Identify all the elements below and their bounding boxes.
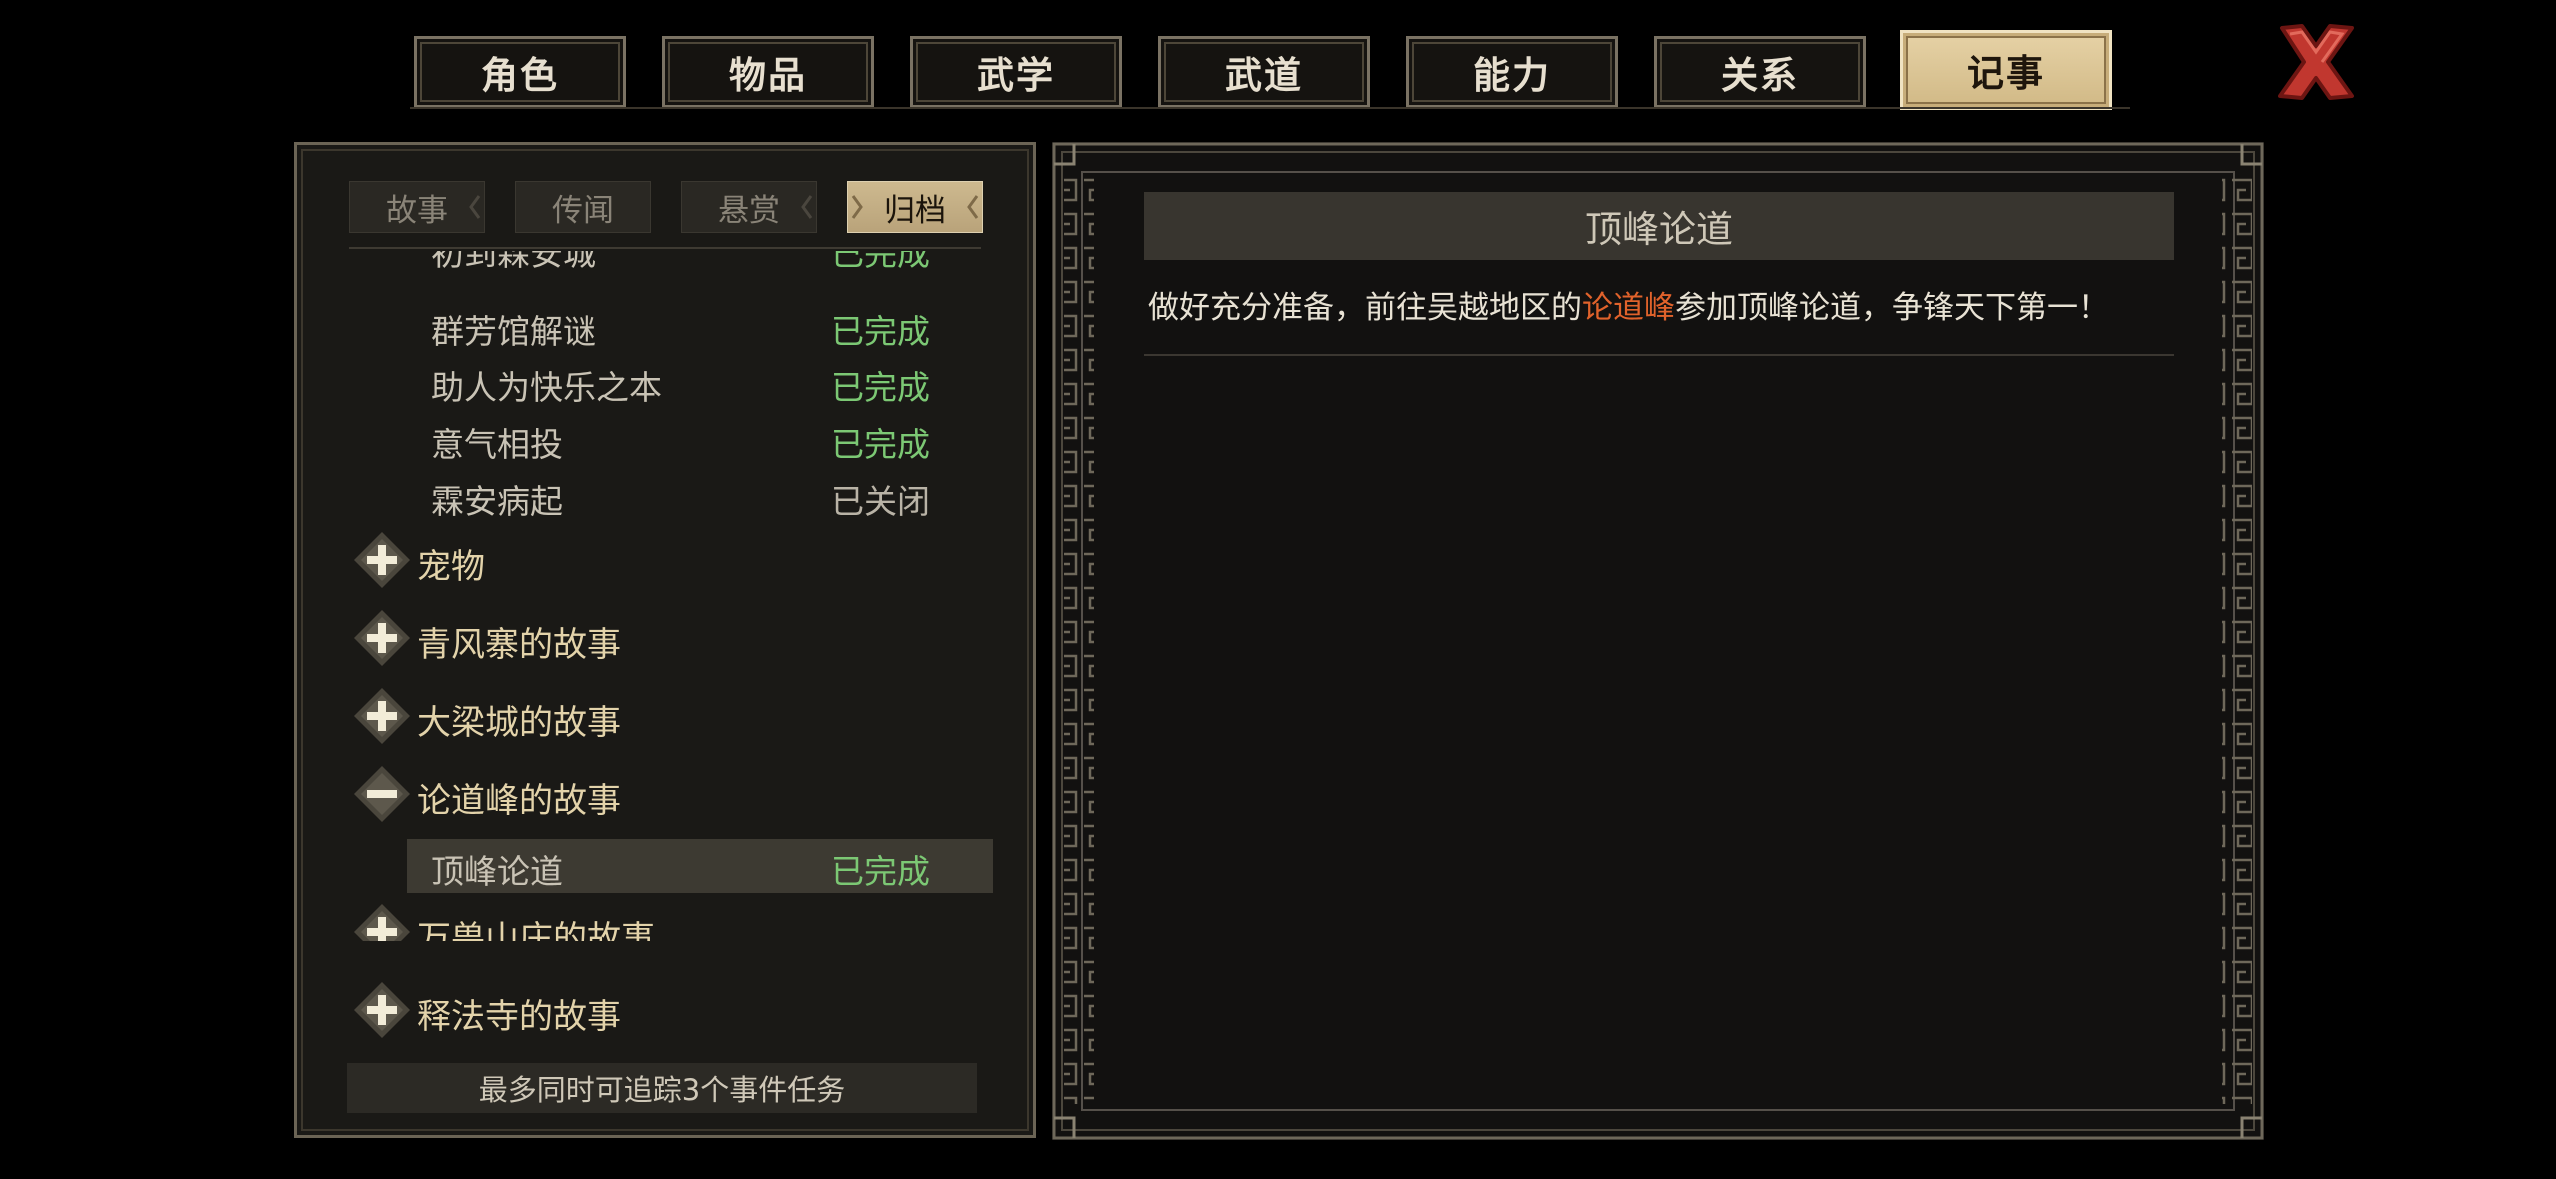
quest-row[interactable]: 霖安病起 已关闭 (431, 471, 1001, 521)
group-label: 青风寨的故事 (417, 625, 621, 665)
group-qingfeng[interactable]: 青风寨的故事 (351, 607, 911, 669)
plus-icon (354, 532, 410, 588)
quest-status: 已关闭 (831, 482, 930, 521)
subtab-archive-label: 归档 (884, 192, 946, 229)
tab-abilities[interactable]: 能力 (1406, 36, 1618, 108)
group-label: 释法寺的故事 (417, 997, 621, 1037)
quest-name: 意气相投 (431, 425, 563, 464)
quest-list-panel: 故事 传闻 悬赏 归档 初到霖安城 已完成 群芳馆解谜 已完成 助人为快乐之本 … (294, 142, 1036, 1138)
close-x-icon (2278, 24, 2354, 100)
tab-divider (410, 107, 2130, 109)
group-lundao[interactable]: 论道峰的故事 (351, 763, 911, 825)
tab-relations[interactable]: 关系 (1654, 36, 1866, 108)
tab-items[interactable]: 物品 (662, 36, 874, 108)
quest-status: 已完成 (831, 251, 930, 273)
quest-row[interactable]: 初到霖安城 已完成 (431, 251, 1001, 273)
plus-icon (354, 610, 410, 666)
tab-journal[interactable]: 记事 (1900, 30, 2112, 110)
desc-text: 参加顶峰论道，争锋天下第一！ (1675, 290, 2109, 326)
subtab-archive[interactable]: 归档 (847, 181, 983, 233)
subtab-rumors[interactable]: 传闻 (515, 181, 651, 233)
group-wanshou[interactable]: 万兽山庄的故事 (351, 901, 911, 941)
quest-name: 霖安病起 (431, 482, 563, 521)
subtab-rumors-label: 传闻 (552, 192, 614, 229)
quest-status: 已完成 (831, 425, 930, 464)
group-pets[interactable]: 宠物 (351, 529, 911, 591)
minus-icon (354, 766, 410, 822)
subtab-bounty-label: 悬赏 (718, 192, 780, 229)
subtab-story-label: 故事 (386, 192, 448, 229)
tab-martial-way[interactable]: 武道 (1158, 36, 1370, 108)
quest-name: 初到霖安城 (431, 251, 596, 273)
subtab-divider (349, 247, 981, 249)
quest-title: 顶峰论道 (1144, 192, 2174, 260)
tab-chevron-icon (469, 195, 481, 219)
main-tab-bar: 角色 物品 武学 武道 能力 关系 记事 (410, 30, 2130, 110)
quest-row[interactable]: 意气相投 已完成 (431, 414, 1001, 464)
quest-name: 助人为快乐之本 (431, 368, 662, 407)
quest-name: 顶峰论道 (431, 852, 563, 891)
quest-row[interactable]: 群芳馆解谜 已完成 (431, 301, 1001, 351)
group-label: 大梁城的故事 (417, 703, 621, 743)
quest-name: 群芳馆解谜 (431, 312, 596, 351)
tab-chevron-icon (801, 195, 813, 219)
tab-character[interactable]: 角色 (414, 36, 626, 108)
location-link[interactable]: 论道峰 (1582, 290, 1675, 326)
quest-status: 已完成 (831, 368, 930, 407)
group-daliang[interactable]: 大梁城的故事 (351, 685, 911, 747)
group-label: 论道峰的故事 (417, 781, 621, 821)
group-label: 万兽山庄的故事 (417, 919, 655, 941)
group-shifa[interactable]: 释法寺的故事 (351, 979, 911, 1041)
quest-row-selected[interactable]: 顶峰论道 已完成 (407, 839, 993, 893)
group-label: 宠物 (417, 547, 485, 587)
plus-icon (354, 904, 410, 941)
plus-icon (354, 688, 410, 744)
track-limit-note: 最多同时可追踪3个事件任务 (347, 1063, 977, 1113)
tab-chevron-icon (851, 195, 863, 219)
subtab-story[interactable]: 故事 (349, 181, 485, 233)
tab-martial-arts[interactable]: 武学 (910, 36, 1122, 108)
quest-detail-panel: 顶峰论道 做好充分准备，前往吴越地区的论道峰参加顶峰论道，争锋天下第一！ (1052, 142, 2264, 1140)
quest-status: 已完成 (831, 852, 930, 891)
tab-chevron-icon (967, 195, 979, 219)
desc-divider (1144, 354, 2174, 356)
quest-status: 已完成 (831, 312, 930, 351)
close-button[interactable] (2268, 18, 2364, 106)
quest-row[interactable]: 助人为快乐之本 已完成 (431, 357, 1001, 407)
subtab-bounty[interactable]: 悬赏 (681, 181, 817, 233)
quest-description: 做好充分准备，前往吴越地区的论道峰参加顶峰论道，争锋天下第一！ (1148, 282, 2109, 327)
desc-text: 做好充分准备，前往吴越地区的 (1148, 290, 1582, 326)
quest-list[interactable]: 初到霖安城 已完成 群芳馆解谜 已完成 助人为快乐之本 已完成 意气相投 已完成… (297, 251, 1033, 941)
plus-icon (354, 982, 410, 1038)
